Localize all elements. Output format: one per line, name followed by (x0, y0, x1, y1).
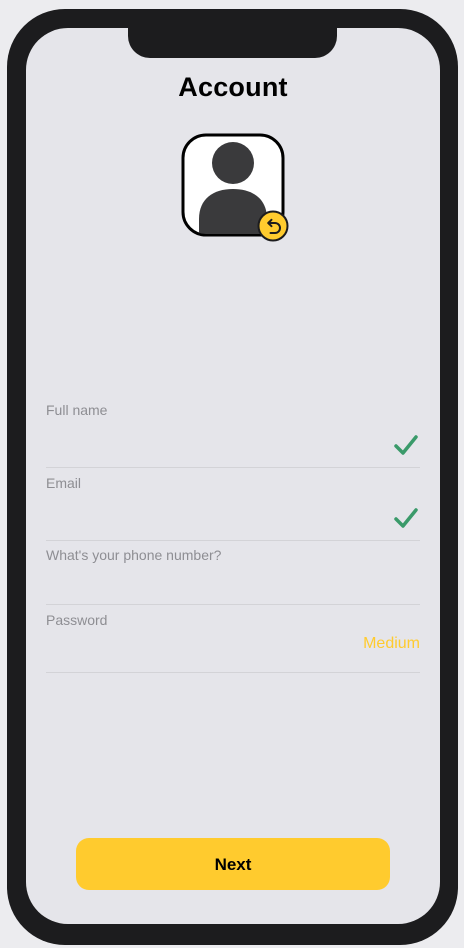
phone-input[interactable] (46, 571, 376, 599)
email-input[interactable] (46, 499, 376, 527)
avatar-reset-button[interactable] (257, 210, 289, 242)
password-field: Password Medium (46, 612, 420, 673)
check-icon (394, 508, 418, 528)
phone-field: What's your phone number? (46, 547, 420, 605)
password-label: Password (46, 612, 108, 628)
check-icon (394, 435, 418, 455)
page-title: Account (178, 72, 288, 102)
undo-icon (257, 210, 289, 242)
next-button[interactable]: Next (76, 838, 390, 890)
full-name-label: Full name (46, 402, 108, 418)
password-input[interactable] (46, 636, 376, 664)
email-field: Email (46, 475, 420, 541)
full-name-input[interactable] (46, 426, 376, 454)
phone-label: What's your phone number? (46, 547, 222, 563)
password-strength: Medium (363, 635, 420, 652)
full-name-field: Full name (46, 402, 420, 468)
device-notch (128, 28, 337, 58)
email-label: Email (46, 475, 82, 491)
